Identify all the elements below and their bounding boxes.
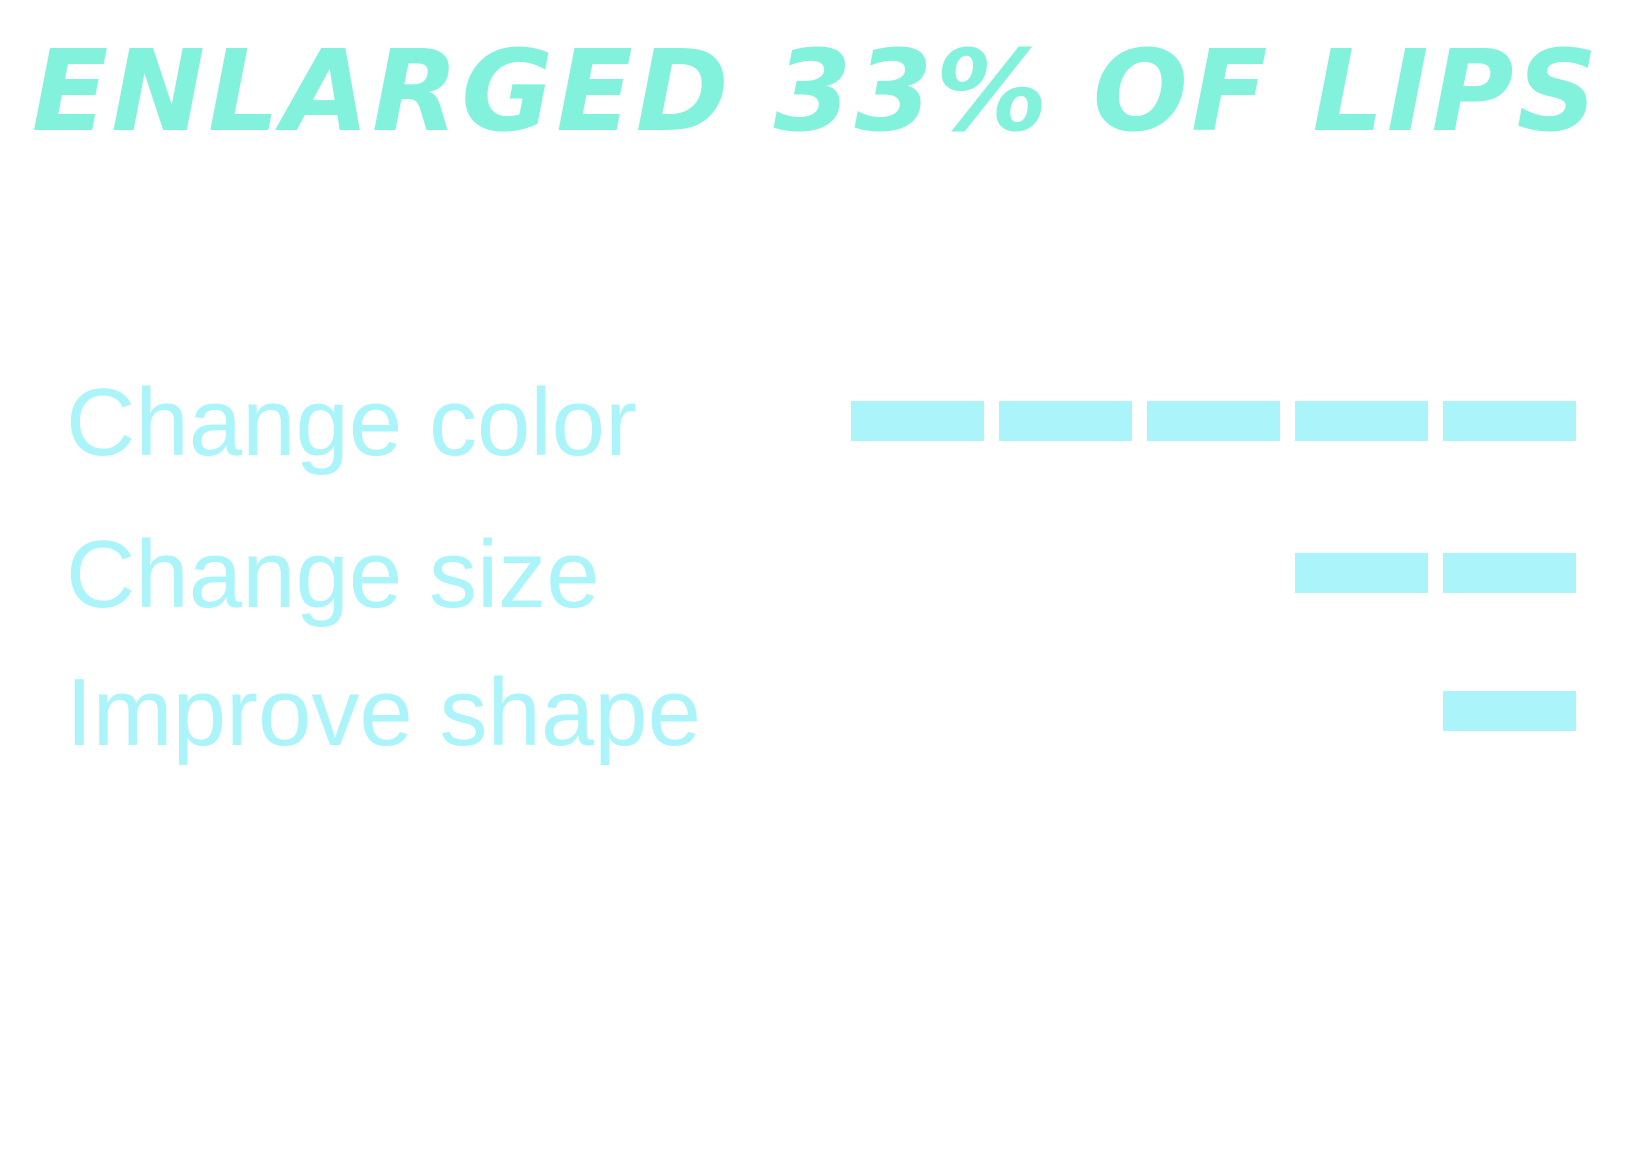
bar-row-change-size: Change size xyxy=(66,525,1576,625)
bar-segment xyxy=(1443,553,1576,593)
category-label: Improve shape xyxy=(66,659,702,766)
bar-segment xyxy=(1295,401,1428,441)
chart-title: ENLARGED 33% OF LIPS xyxy=(31,27,1601,157)
bar-segment xyxy=(1443,401,1576,441)
bar-row-improve-shape: Improve shape xyxy=(66,663,1576,763)
bar-row-change-color: Change color xyxy=(66,373,1576,473)
bar-segment xyxy=(1295,553,1428,593)
bar-segment xyxy=(1443,691,1576,731)
bar-segments xyxy=(851,691,1576,731)
bar-segment xyxy=(999,401,1132,441)
bar-segment xyxy=(851,401,984,441)
bar-segment xyxy=(1147,401,1280,441)
bar-segments xyxy=(851,401,1576,441)
category-label: Change size xyxy=(66,521,600,628)
category-label: Change color xyxy=(66,369,638,476)
bar-segments xyxy=(851,553,1576,593)
